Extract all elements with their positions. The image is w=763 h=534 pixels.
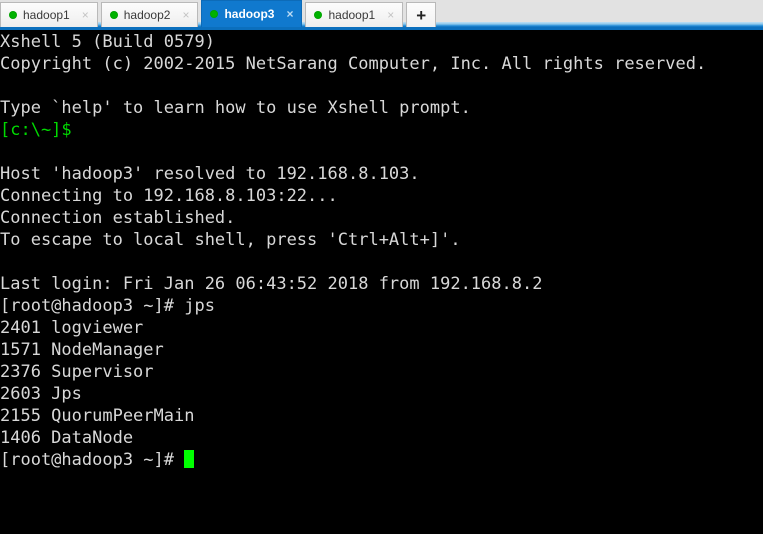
- green-dot-icon: [314, 11, 323, 19]
- terminal-line: Type `help' to learn how to use Xshell p…: [0, 98, 471, 118]
- text-cursor: [184, 450, 195, 468]
- terminal-line: 2376 Supervisor: [0, 362, 154, 382]
- tab-hadoop3-2[interactable]: hadoop3 ×: [201, 0, 303, 27]
- shell-prompt: [root@hadoop3 ~]#: [0, 450, 185, 470]
- tab-list: hadoop1 × hadoop2 × hadoop3 × hadoop1 ×: [0, 0, 406, 27]
- tab-hadoop2-1[interactable]: hadoop2 ×: [100, 2, 199, 27]
- terminal-line: 2401 logviewer: [0, 318, 144, 338]
- terminal-line: Host 'hadoop3' resolved to 192.168.8.103…: [0, 164, 420, 184]
- tab-hadoop1-3[interactable]: hadoop1 ×: [305, 2, 404, 27]
- close-icon[interactable]: ×: [385, 9, 396, 21]
- terminal-line: Connection established.: [0, 208, 236, 228]
- terminal-line: 1406 DataNode: [0, 428, 134, 448]
- tab-label: hadoop3: [224, 7, 275, 21]
- terminal-line: [c:\~]$: [0, 120, 72, 140]
- tab-label: hadoop2: [123, 8, 171, 22]
- green-dot-icon: [9, 11, 17, 19]
- green-dot-icon: [109, 11, 118, 19]
- terminal-prompt-line: [root@hadoop3 ~]#: [0, 449, 763, 471]
- terminal-line: 1571 NodeManager: [0, 340, 164, 360]
- tab-hadoop1-0[interactable]: hadoop1 ×: [0, 2, 98, 27]
- terminal-line: Connecting to 192.168.8.103:22...: [0, 186, 338, 206]
- terminal-line: Last login: Fri Jan 26 06:43:52 2018 fro…: [0, 274, 543, 294]
- plus-icon: +: [416, 5, 427, 25]
- green-dot-icon: [210, 10, 219, 18]
- terminal-line: 2155 QuorumPeerMain: [0, 406, 195, 426]
- tab-label: hadoop1: [23, 8, 70, 22]
- new-tab-button[interactable]: +: [406, 2, 437, 27]
- terminal-line: To escape to local shell, press 'Ctrl+Al…: [0, 230, 461, 250]
- close-icon[interactable]: ×: [80, 9, 91, 21]
- tab-bar-underline: [0, 27, 763, 30]
- tab-label: hadoop1: [328, 8, 376, 22]
- xshell-window: hadoop1 × hadoop2 × hadoop3 × hadoop1 × + Xshel…: [0, 0, 763, 534]
- terminal-line: 2603 Jps: [0, 384, 82, 404]
- terminal-output[interactable]: Xshell 5 (Build 0579) Copyright (c) 2002-…: [0, 30, 763, 534]
- close-icon[interactable]: ×: [180, 9, 191, 21]
- tab-bar: hadoop1 × hadoop2 × hadoop3 × hadoop1 × +: [0, 0, 763, 27]
- terminal-line: Copyright (c) 2002-2015 NetSarang Comput…: [0, 54, 707, 74]
- terminal-line: Xshell 5 (Build 0579): [0, 32, 215, 52]
- terminal-line: [root@hadoop3 ~]# jps: [0, 296, 215, 316]
- close-icon[interactable]: ×: [284, 8, 295, 20]
